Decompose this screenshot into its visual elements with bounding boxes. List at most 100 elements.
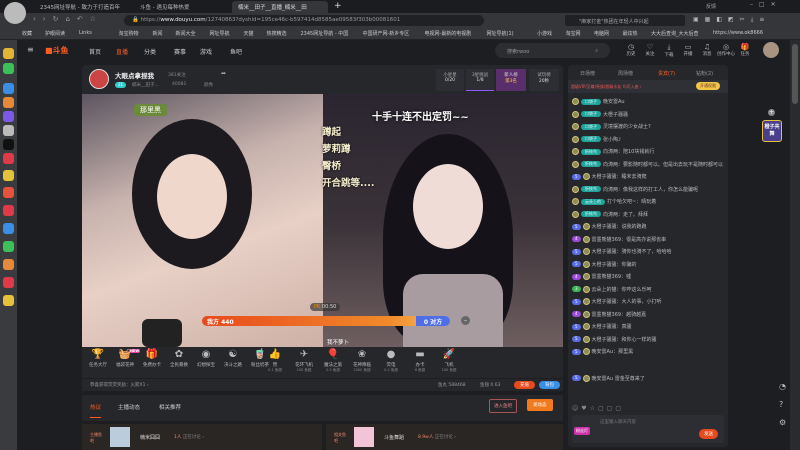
- app-icon[interactable]: [3, 241, 14, 252]
- new-tab-button[interactable]: +: [334, 1, 342, 11]
- nav-buttons[interactable]: ‹›↻⌂↶☆: [33, 15, 103, 23]
- app-icon[interactable]: [3, 187, 14, 198]
- fishbar-card[interactable]: 主播鱼吧 楠米囧囧 1人 正在讨论 ›: [82, 424, 322, 450]
- app-icon[interactable]: [3, 97, 14, 108]
- share-icon[interactable]: ➦: [221, 70, 226, 77]
- post-button[interactable]: 发动态: [527, 399, 553, 411]
- fishbar-card[interactable]: 相关鱼吧 斗鱼舞蹈 8.9w人 正在讨论 ›: [326, 424, 563, 450]
- tab-active[interactable]: 楠米__田子__直播_楠米__田: [232, 1, 328, 13]
- bookmark-item[interactable]: 中国研产网-新乡专区: [363, 30, 410, 37]
- gift-feature[interactable]: ✿ 全民暴换: [166, 349, 192, 368]
- tab-daily-rank[interactable]: 日场榜: [580, 70, 595, 77]
- app-icon[interactable]: [3, 63, 14, 74]
- bookmark-item[interactable]: 2345网址导航 - 中国: [301, 30, 349, 37]
- nav-events[interactable]: 赛事: [174, 47, 186, 56]
- bookmark-item[interactable]: 护眼阅读: [45, 30, 65, 37]
- download-button[interactable]: ⤓ 下载: [660, 43, 678, 58]
- follow-button[interactable]: ♡ 关注: [641, 43, 659, 57]
- gift-item[interactable]: ✈ 花环飞机 100 鱼翅: [291, 349, 317, 373]
- bookmark-item[interactable]: 淘宝购物: [119, 30, 139, 37]
- gift-feature[interactable]: 🏆 任务大厅: [85, 349, 111, 368]
- opponent-name[interactable]: 我不萝卜: [327, 338, 349, 346]
- app-icon[interactable]: [3, 295, 14, 306]
- app-icon[interactable]: [3, 205, 14, 216]
- favorites-icon[interactable]: [3, 48, 14, 59]
- creator-center-button[interactable]: ◎ 创作中心: [717, 43, 735, 57]
- go-live-button[interactable]: ▭ 开播: [679, 43, 697, 57]
- messages-button[interactable]: ♫ 消息: [698, 43, 716, 57]
- user-avatar[interactable]: [763, 42, 779, 58]
- browser-search-input[interactable]: "麻家打金"热团在年轻人中兴起: [565, 15, 685, 26]
- stat-challenge[interactable]: 3星挑战 1/8: [466, 69, 494, 91]
- app-icon[interactable]: [3, 153, 14, 164]
- feedback-label[interactable]: 反馈: [706, 3, 716, 10]
- gift-item[interactable]: 🚀 飞机 100 鱼翅: [436, 349, 462, 373]
- tab-vip[interactable]: 贵宾(7): [658, 70, 675, 77]
- tasks-button[interactable]: 🎁 任务: [736, 43, 754, 57]
- window-controls[interactable]: –□✕: [750, 1, 782, 8]
- gift-feature[interactable]: ◉ 幻想探宝: [193, 349, 219, 368]
- page-scrollbar[interactable]: [790, 40, 800, 450]
- gift-item[interactable]: 🎈 魔法之旅 0.5 鱼翅: [320, 349, 346, 373]
- bookmark-item[interactable]: 小游戏: [537, 30, 552, 37]
- bookmark-item[interactable]: 新闻: [153, 30, 163, 37]
- category-label[interactable]: 颜秀: [204, 82, 213, 88]
- bookmark-item[interactable]: 大大后查询_大大后查: [651, 30, 699, 37]
- app-icon[interactable]: [3, 259, 14, 270]
- app-icon[interactable]: [3, 125, 14, 136]
- nav-fishbar[interactable]: 鱼吧: [230, 47, 242, 56]
- stat-trial[interactable]: 试玩榜 20秒: [529, 69, 559, 91]
- app-icon[interactable]: [3, 170, 14, 181]
- douyu-logo[interactable]: ■斗鱼: [45, 45, 69, 56]
- tab-hot[interactable]: 热议: [90, 403, 102, 418]
- reward-notice[interactable]: 恭喜获得荧荧奖励：火箭X1 ›: [90, 382, 149, 388]
- bookmark-item[interactable]: 电视网-最新的电视剧: [425, 30, 472, 37]
- app-icon[interactable]: [3, 223, 14, 234]
- app-icon[interactable]: [3, 111, 14, 122]
- menu-icon[interactable]: ≡: [27, 45, 34, 54]
- bookmark-item[interactable]: https://www.ok8666: [713, 30, 763, 36]
- tiktok-icon[interactable]: [3, 139, 14, 150]
- gift-item[interactable]: 👍 赞 0.1 鱼翅: [262, 349, 288, 373]
- stat-newcomer[interactable]: 新人榜 第3名: [496, 69, 526, 91]
- tab[interactable]: 2345网址导航 - 致力于打造百年: [34, 1, 130, 13]
- collapse-pk-button[interactable]: –: [461, 316, 470, 325]
- tab-recommended[interactable]: 相关推荐: [159, 403, 181, 411]
- tab-streamer-feed[interactable]: 主播动态: [118, 403, 140, 411]
- bookmark-item[interactable]: 最炫热: [623, 30, 638, 37]
- bookmark-item[interactable]: 淘宝网: [566, 30, 581, 37]
- tab-diamond-fans[interactable]: 钻粉(2): [696, 70, 713, 77]
- recent-icon[interactable]: ◔: [779, 382, 786, 391]
- chat-tools[interactable]: ☺♥☆▢▢▢: [572, 405, 624, 412]
- gift-feature[interactable]: 🧺 福袋花神 NEW: [112, 349, 141, 368]
- bookmark-item[interactable]: 收藏: [22, 30, 32, 37]
- recharge-button[interactable]: 充值: [514, 381, 535, 389]
- bookmark-item[interactable]: 天猫: [244, 30, 254, 37]
- gift-feature[interactable]: ☯ 决斗之路: [220, 349, 246, 368]
- nav-category[interactable]: 分类: [144, 47, 156, 56]
- enter-fishbar-button[interactable]: 进入鱼吧: [489, 399, 517, 413]
- help-icon[interactable]: ?: [779, 400, 783, 409]
- send-button[interactable]: 发送: [699, 429, 718, 439]
- open-vip-button[interactable]: 开通权限: [696, 82, 720, 90]
- chat-input[interactable]: 粉丝灯 这里输入聊天内容 发送: [572, 415, 724, 443]
- bookmark-item[interactable]: Links: [79, 30, 92, 36]
- streamer-avatar[interactable]: [89, 69, 109, 89]
- site-search-input[interactable]: 搜索rwoo ⌕: [495, 43, 610, 58]
- tab[interactable]: 斗鱼 - 遇见每种热爱: [134, 1, 230, 13]
- gift-item[interactable]: ● 荧电 0.2 鱼翅: [378, 349, 404, 373]
- gift-item[interactable]: ❀ 花神降临 2000 鱼翅: [349, 349, 375, 373]
- bookmark-item[interactable]: 网址导航: [210, 30, 230, 37]
- app-icon[interactable]: [3, 83, 14, 94]
- gift-feature[interactable]: 🎁 免费办卡: [139, 349, 165, 368]
- profile-avatar[interactable]: [4, 2, 26, 24]
- history-button[interactable]: ◷ 历史: [622, 43, 640, 57]
- nav-games[interactable]: 游戏: [200, 47, 212, 56]
- backpack-button[interactable]: 背包: [539, 381, 560, 389]
- gift-item[interactable]: ▬ 办卡 6 鱼翅: [407, 349, 433, 373]
- bookmark-item[interactable]: 网址导航(1): [487, 30, 514, 37]
- video-player[interactable]: 那里黑 十手十连不出定罚~~ 蹲起 萝莉蹲 臀桥 开合跳等.... PK 00:50 …: [82, 94, 563, 347]
- nav-live[interactable]: 直播: [116, 47, 128, 56]
- bookmark-item[interactable]: 新闻大全: [176, 30, 196, 37]
- bookmark-item[interactable]: 热搜精选: [267, 30, 287, 37]
